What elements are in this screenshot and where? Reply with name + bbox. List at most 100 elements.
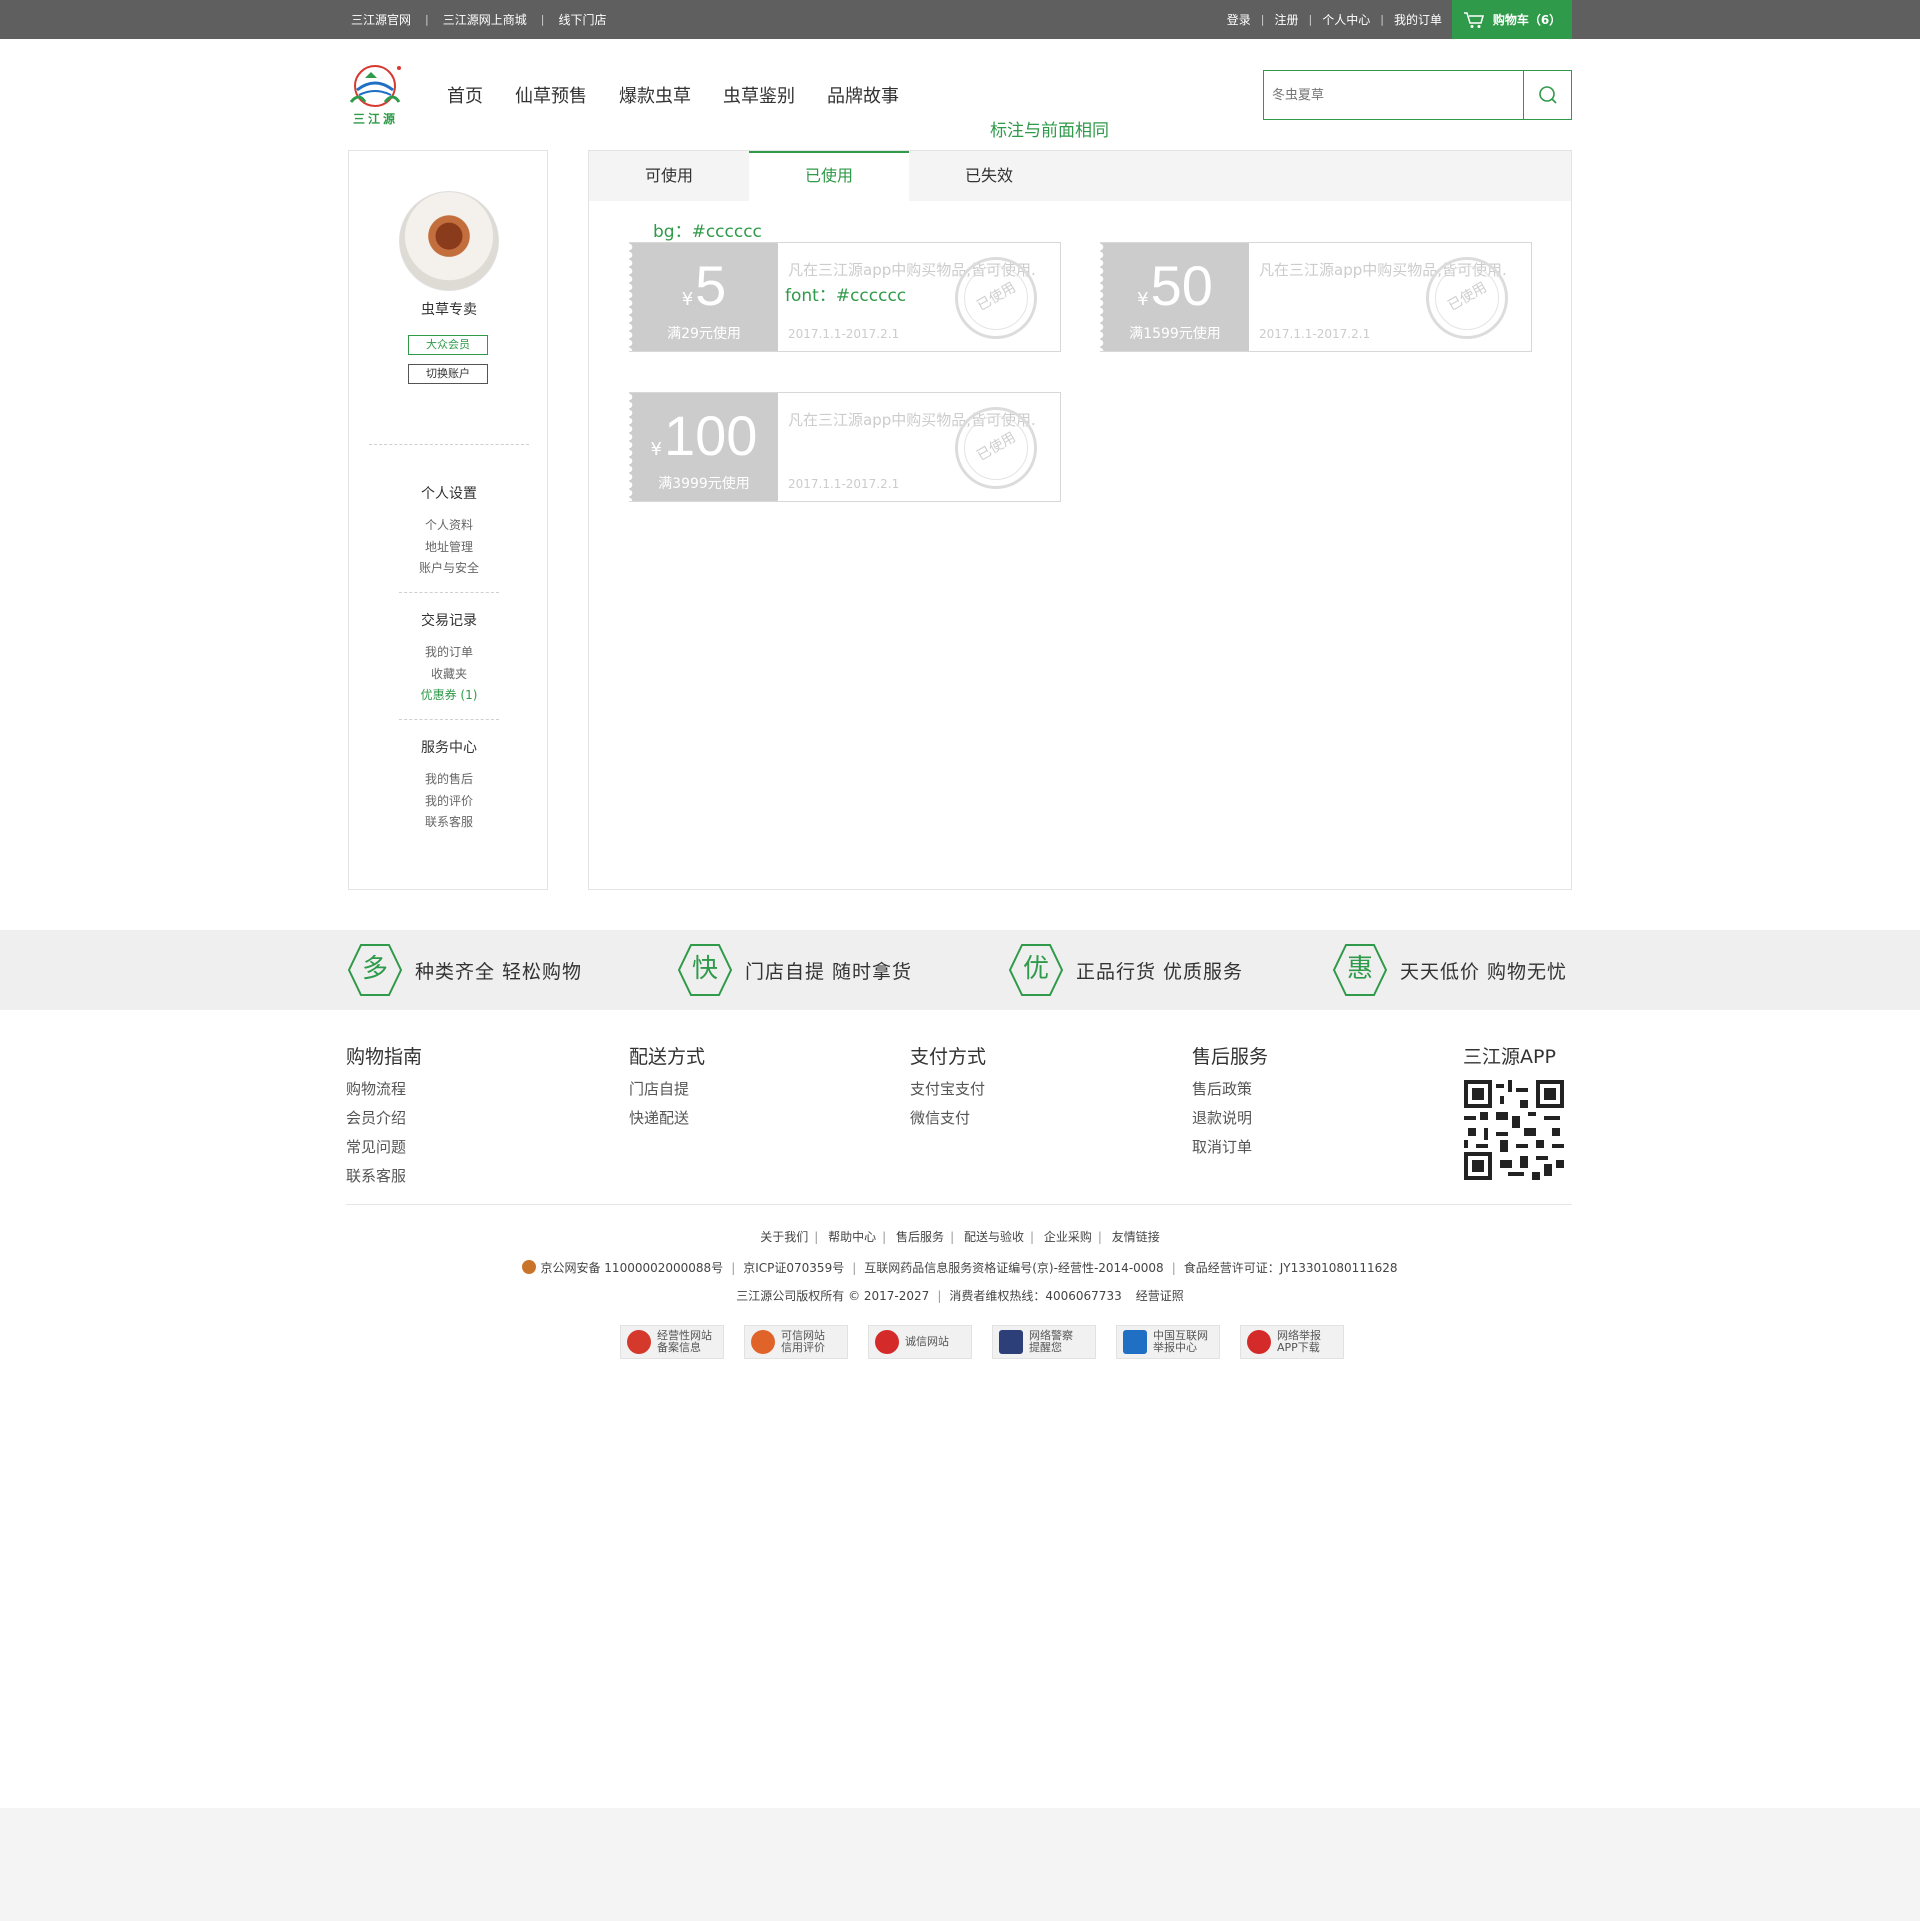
footer-link[interactable]: 常见问题 [346, 1133, 422, 1162]
section-service: 服务中心 [421, 740, 477, 756]
coupon-condition: 满1599元使用 [1129, 326, 1221, 342]
coupon-value-area: ¥50 满1599元使用 [1100, 243, 1249, 351]
nav-story[interactable]: 品牌故事 [827, 82, 899, 108]
footer-link[interactable]: 支付宝支付 [910, 1075, 986, 1104]
top-link-official[interactable]: 三江源官网 [351, 11, 411, 28]
search-box [1263, 70, 1572, 120]
coupon-value-area: ¥100 满3999元使用 [629, 393, 778, 501]
member-badge: 大众会员 [408, 335, 488, 355]
footer-link[interactable]: 会员介绍 [346, 1104, 422, 1133]
brand-logo[interactable]: 三江源 [345, 62, 409, 128]
my-orders-link[interactable]: 我的订单 [1394, 11, 1442, 28]
annotation-font: font：#cccccc [785, 286, 907, 306]
top-user-links: 登录 | 注册 | 个人中心 | 我的订单 [1226, 11, 1442, 28]
divider [399, 592, 499, 593]
top-link-mall[interactable]: 三江源网上商城 [443, 11, 527, 28]
footer-link[interactable]: 联系客服 [346, 1162, 422, 1191]
sidebar-item-coupons[interactable]: 优惠券 (1) [349, 686, 549, 703]
avatar[interactable] [399, 191, 499, 291]
footer-link[interactable]: 微信支付 [910, 1104, 986, 1133]
cert-badge[interactable]: 网络警察 提醒您 [992, 1325, 1096, 1359]
coupon-amount: 100 [664, 404, 758, 467]
switch-account-button[interactable]: 切换账户 [408, 364, 488, 384]
cert-badge[interactable]: 诚信网站 [868, 1325, 972, 1359]
coupon-currency: ¥ [650, 439, 662, 460]
search-button[interactable] [1523, 71, 1571, 119]
hexagon-icon: 快 [677, 943, 733, 997]
cert-badge[interactable]: 可信网站 信用评价 [744, 1325, 848, 1359]
cart-icon [1463, 11, 1484, 28]
top-link-stores[interactable]: 线下门店 [558, 11, 606, 28]
sidebar: 虫草专卖 大众会员 切换账户 个人设置 个人资料 地址管理 账户与安全 交易记录… [348, 150, 548, 890]
footer-link-enterprise[interactable]: 企业采购 [1044, 1230, 1092, 1244]
sidebar-item-favorites[interactable]: 收藏夹 [349, 665, 549, 682]
section-transactions: 交易记录 [421, 613, 477, 629]
footer-link-delivery[interactable]: 配送与验收 [964, 1230, 1024, 1244]
nav-presale[interactable]: 仙草预售 [515, 82, 587, 108]
divider [369, 444, 529, 445]
sidebar-item-security[interactable]: 账户与安全 [349, 559, 549, 576]
sidebar-item-address[interactable]: 地址管理 [349, 538, 549, 555]
tab-available[interactable]: 可使用 [589, 151, 749, 201]
footer-link[interactable]: 退款说明 [1192, 1104, 1268, 1133]
cert-badge[interactable]: 经营性网站 备案信息 [620, 1325, 724, 1359]
footer-col-guide: 购物指南 购物流程 会员介绍 常见问题 联系客服 [346, 1042, 422, 1191]
hexagon-icon: 惠 [1332, 943, 1388, 997]
cart-button[interactable]: 购物车（6） [1452, 0, 1572, 39]
cart-label: 购物车（6） [1492, 13, 1562, 27]
login-link[interactable]: 登录 [1227, 11, 1251, 28]
footer-col-aftersales: 售后服务 售后政策 退款说明 取消订单 [1192, 1042, 1268, 1162]
top-bar: 三江源官网 | 三江源网上商城 | 线下门店 登录 | 注册 | 个人中心 | … [0, 0, 1920, 39]
coupon-value-area: ¥5 满29元使用 [629, 243, 778, 351]
top-links: 三江源官网 | 三江源网上商城 | 线下门店 [351, 11, 607, 28]
used-stamp: 已使用 [955, 257, 1037, 339]
footer-col-payment: 支付方式 支付宝支付 微信支付 [910, 1042, 986, 1133]
sidebar-item-reviews[interactable]: 我的评价 [349, 792, 549, 809]
nav-identify[interactable]: 虫草鉴别 [723, 82, 795, 108]
coupon-date: 2017.1.1-2017.2.1 [1259, 327, 1371, 341]
cert-badge[interactable]: 中国互联网 举报中心 [1116, 1325, 1220, 1359]
footer-bottom-links: 关于我们 | 帮助中心 | 售后服务 | 配送与验收 | 企业采购 | 友情链接 [760, 1230, 1160, 1244]
divider [399, 719, 499, 720]
sidebar-item-profile[interactable]: 个人资料 [349, 516, 549, 533]
user-center-link[interactable]: 个人中心 [1322, 11, 1370, 28]
footer-link-help[interactable]: 帮助中心 [828, 1230, 876, 1244]
annotation-same-as-before: 标注与前面相同 [990, 121, 1109, 141]
hexagon-icon: 优 [1008, 943, 1064, 997]
footer-link[interactable]: 快递配送 [629, 1104, 705, 1133]
register-link[interactable]: 注册 [1275, 11, 1299, 28]
footer-app: 三江源APP [1463, 1042, 1556, 1075]
coupon-currency: ¥ [1137, 289, 1149, 310]
tab-expired[interactable]: 已失效 [909, 151, 1069, 201]
cert-icon [751, 1330, 775, 1354]
footer-link-friends[interactable]: 友情链接 [1112, 1230, 1160, 1244]
hexagon-icon: 多 [347, 943, 403, 997]
footer-link[interactable]: 购物流程 [346, 1075, 422, 1104]
footer-col-title: 配送方式 [629, 1046, 706, 1068]
nav-home[interactable]: 首页 [447, 82, 483, 108]
footer-link[interactable]: 售后政策 [1192, 1075, 1268, 1104]
copyright-line: 三江源公司版权所有 © 2017-2027 | 消费者维权热线：4006067733… [736, 1289, 1184, 1303]
cert-icon [1247, 1330, 1271, 1354]
search-input[interactable] [1264, 71, 1524, 119]
cert-badge[interactable]: 网络举报 APP下载 [1240, 1325, 1344, 1359]
coupon-date: 2017.1.1-2017.2.1 [788, 327, 900, 341]
sidebar-item-contact[interactable]: 联系客服 [349, 813, 549, 830]
footer-col-delivery: 配送方式 门店自提 快递配送 [629, 1042, 705, 1133]
footer-link-about[interactable]: 关于我们 [760, 1230, 808, 1244]
cert-icon [627, 1330, 651, 1354]
footer-col-title: 支付方式 [910, 1046, 987, 1068]
certification-badges: 经营性网站 备案信息 可信网站 信用评价 诚信网站 网络警察 提醒您 中国互联网 举报中… [620, 1325, 1364, 1359]
footer-link[interactable]: 门店自提 [629, 1075, 705, 1104]
sidebar-item-after-sales[interactable]: 我的售后 [349, 770, 549, 787]
footer-link-aftersales[interactable]: 售后服务 [896, 1230, 944, 1244]
tab-used[interactable]: 已使用 [749, 151, 909, 201]
nav-hot[interactable]: 爆款虫草 [619, 82, 691, 108]
feature-price: 惠 天天低价 购物无忧 [1332, 943, 1567, 997]
business-license-link[interactable]: 经营证照 [1136, 1289, 1184, 1303]
feature-text: 门店自提 随时拿货 [745, 960, 913, 983]
coupon-condition: 满3999元使用 [658, 476, 750, 492]
sidebar-item-orders[interactable]: 我的订单 [349, 643, 549, 660]
section-personal-settings: 个人设置 [421, 486, 477, 502]
footer-link[interactable]: 取消订单 [1192, 1133, 1268, 1162]
